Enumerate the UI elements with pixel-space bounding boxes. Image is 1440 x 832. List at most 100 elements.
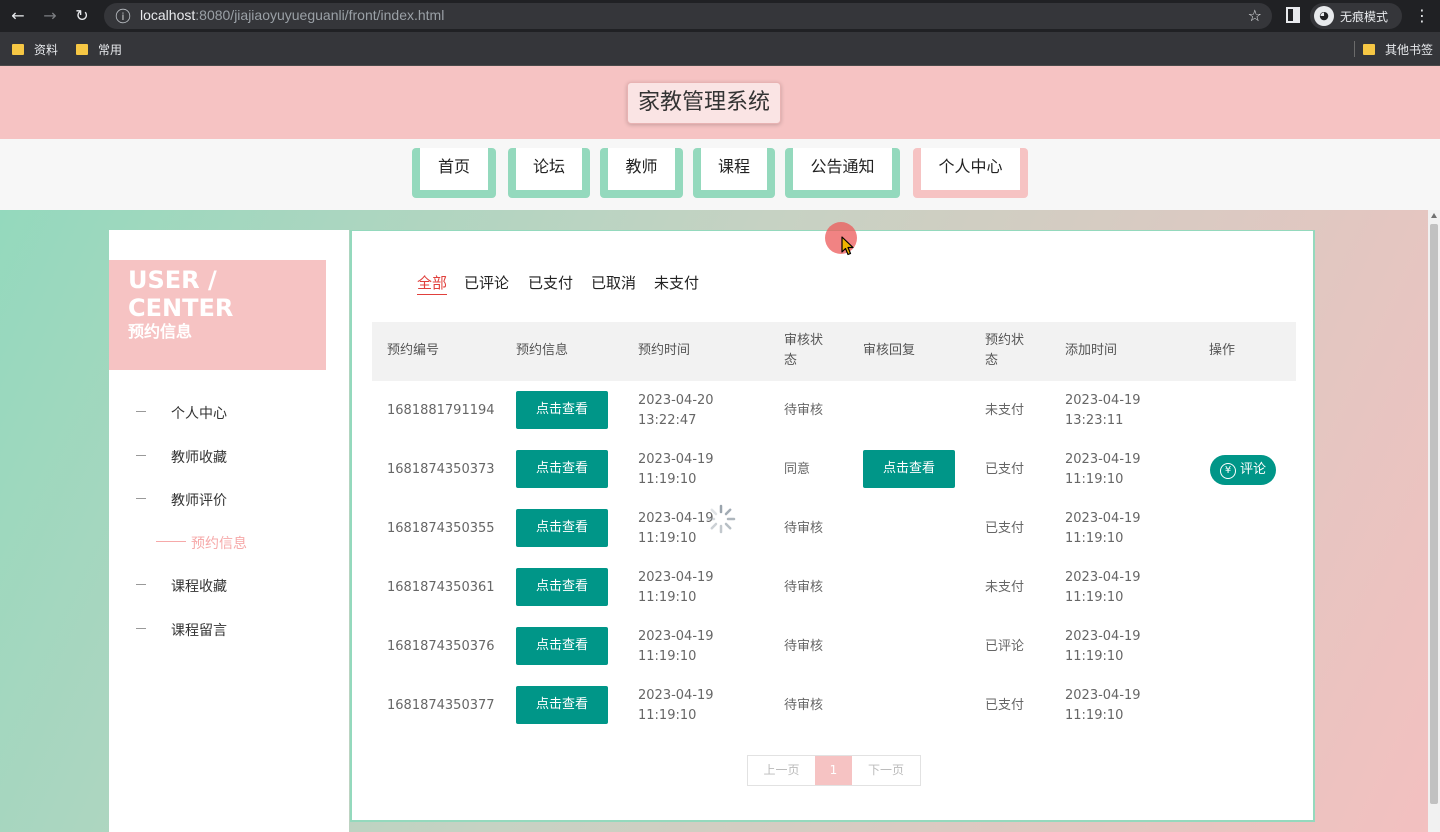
booking-time: 2023-04-19 11:19:10: [638, 688, 714, 723]
audit-status: 待审核: [784, 639, 824, 654]
yen-icon: ¥: [1220, 463, 1236, 479]
reload-icon[interactable]: ↻: [72, 6, 92, 26]
sidebar-item-course-messages[interactable]: 课程留言: [109, 617, 349, 641]
bookmark-other[interactable]: 其他书签: [1363, 41, 1433, 58]
forward-icon[interactable]: →: [40, 6, 60, 26]
booking-id: 1681874350355: [387, 521, 495, 536]
audit-status: 待审核: [784, 698, 824, 713]
sidebar-item-bookings[interactable]: 预约信息: [109, 530, 349, 554]
side-panel-icon[interactable]: [1286, 7, 1300, 23]
incognito-indicator[interactable]: ◕ 无痕模式: [1310, 3, 1402, 29]
booking-id: 1681874350361: [387, 580, 495, 595]
bookmark-folder-ziliao[interactable]: 资料: [12, 41, 58, 58]
view-info-button[interactable]: 点击查看: [516, 450, 608, 488]
nav-teachers[interactable]: 教师: [600, 148, 683, 198]
view-info-button[interactable]: 点击查看: [516, 509, 608, 547]
nav-forum[interactable]: 论坛: [508, 148, 590, 198]
loading-spinner-icon: [706, 504, 736, 534]
tab-all[interactable]: 全部: [417, 272, 448, 295]
booking-status: 已评论: [985, 639, 1025, 654]
sidebar-item-personal-center[interactable]: 个人中心: [109, 400, 349, 424]
audit-status: 待审核: [784, 403, 824, 418]
added-time: 2023-04-19 11:19:10: [1065, 688, 1141, 723]
table-header: 预约编号 预约信息 预约时间 审核状态 审核回复 预约状态 添加时间 操作: [372, 322, 1296, 381]
booking-id: 1681881791194: [387, 403, 495, 418]
page: 家教管理系统 首页 论坛 教师 课程 公告通知 个人中心 USER / CENT…: [0, 66, 1440, 832]
view-reply-button[interactable]: 点击查看: [863, 450, 955, 488]
page-1-button[interactable]: 1: [815, 756, 852, 785]
booking-status: 未支付: [985, 403, 1025, 418]
booking-status: 已支付: [985, 521, 1025, 536]
prev-page-button[interactable]: 上一页: [748, 756, 815, 785]
tab-unpaid[interactable]: 未支付: [654, 272, 699, 293]
sidebar-en-title: USER / CENTER: [128, 266, 234, 322]
sidebar-item-teacher-favorites[interactable]: 教师收藏: [109, 444, 349, 468]
site-info-icon[interactable]: i: [115, 8, 131, 24]
booking-time: 2023-04-20 13:22:47: [638, 393, 714, 428]
site-header: 家教管理系统: [0, 66, 1440, 139]
audit-status: 待审核: [784, 521, 824, 536]
user-sidebar: USER / CENTER 预约信息 个人中心 教师收藏 教师评价 预约信息 课…: [109, 230, 349, 832]
url-text[interactable]: localhost:8080/jiajiaoyuyueguanli/front/…: [140, 7, 444, 23]
scroll-up-arrow[interactable]: [1431, 213, 1437, 218]
browser-toolbar: ← → ↻ i localhost:8080/jiajiaoyuyueguanl…: [0, 0, 1440, 32]
booking-id: 1681874350373: [387, 462, 495, 477]
booking-id: 1681874350377: [387, 698, 495, 713]
page-scrollbar[interactable]: [1428, 210, 1440, 832]
table-row: 1681881791194 点击查看 2023-04-20 13:22:47 待审…: [372, 381, 1296, 440]
col-header-info: 预约信息: [516, 343, 569, 358]
sidebar-cn-title: 预约信息: [128, 322, 193, 341]
tab-paid[interactable]: 已支付: [528, 272, 573, 293]
main-nav: 首页 论坛 教师 课程 公告通知 个人中心: [0, 139, 1440, 210]
folder-icon: [12, 44, 24, 55]
table-row: 1681874350355 点击查看 2023-04-19 11:19:10 待审…: [372, 499, 1296, 558]
scrollbar-thumb[interactable]: [1430, 224, 1438, 804]
added-time: 2023-04-19 13:23:11: [1065, 393, 1141, 428]
nav-personal-center[interactable]: 个人中心: [913, 148, 1028, 198]
booking-time: 2023-04-19 11:19:10: [638, 511, 714, 546]
booking-time: 2023-04-19 11:19:10: [638, 629, 714, 664]
col-header-time: 预约时间: [638, 343, 691, 358]
bookmark-star-icon[interactable]: ☆: [1248, 6, 1262, 25]
booking-status: 未支付: [985, 580, 1025, 595]
booking-id: 1681874350376: [387, 639, 495, 654]
nav-home[interactable]: 首页: [412, 148, 496, 198]
browser-menu-icon[interactable]: ⋮: [1414, 6, 1430, 25]
back-icon[interactable]: ←: [8, 6, 28, 26]
col-header-id: 预约编号: [387, 343, 440, 358]
pagination: 上一页 1 下一页: [747, 755, 921, 786]
sidebar-item-teacher-reviews[interactable]: 教师评价: [109, 487, 349, 511]
sidebar-header: USER / CENTER 预约信息: [109, 260, 326, 370]
col-header-audit-reply: 审核回复: [863, 343, 916, 358]
added-time: 2023-04-19 11:19:10: [1065, 629, 1141, 664]
address-bar[interactable]: i localhost:8080/jiajiaoyuyueguanli/fron…: [104, 3, 1272, 29]
booking-time: 2023-04-19 11:19:10: [638, 452, 714, 487]
tab-commented[interactable]: 已评论: [464, 272, 509, 293]
nav-courses[interactable]: 课程: [693, 148, 775, 198]
view-info-button[interactable]: 点击查看: [516, 627, 608, 665]
bookings-panel: 全部 已评论 已支付 已取消 未支付 预约编号 预约信息 预约时间 审核状态 审…: [350, 230, 1315, 822]
col-header-audit-status: 审核状态: [784, 333, 824, 368]
incognito-label: 无痕模式: [1340, 10, 1389, 24]
bookmarks-divider: [1354, 41, 1355, 57]
next-page-button[interactable]: 下一页: [852, 756, 920, 785]
bookmarks-bar: 资料 常用 其他书签: [0, 32, 1440, 66]
view-info-button[interactable]: 点击查看: [516, 686, 608, 724]
added-time: 2023-04-19 11:19:10: [1065, 452, 1141, 487]
col-header-ops: 操作: [1209, 343, 1236, 358]
comment-button[interactable]: ¥ 评论: [1210, 455, 1276, 485]
table-row: 1681874350373 点击查看 2023-04-19 11:19:10 同意…: [372, 440, 1296, 499]
site-title: 家教管理系统: [627, 82, 782, 124]
bookmark-folder-changyong[interactable]: 常用: [76, 41, 122, 58]
col-header-booking-status: 预约状态: [985, 333, 1025, 368]
view-info-button[interactable]: 点击查看: [516, 391, 608, 429]
view-info-button[interactable]: 点击查看: [516, 568, 608, 606]
booking-status: 已支付: [985, 462, 1025, 477]
tab-cancelled[interactable]: 已取消: [591, 272, 636, 293]
nav-announcements[interactable]: 公告通知: [785, 148, 900, 198]
audit-status: 同意: [784, 462, 811, 477]
added-time: 2023-04-19 11:19:10: [1065, 511, 1141, 546]
sidebar-item-course-favorites[interactable]: 课程收藏: [109, 573, 349, 597]
mouse-pointer-icon: [841, 236, 854, 256]
booking-time: 2023-04-19 11:19:10: [638, 570, 714, 605]
